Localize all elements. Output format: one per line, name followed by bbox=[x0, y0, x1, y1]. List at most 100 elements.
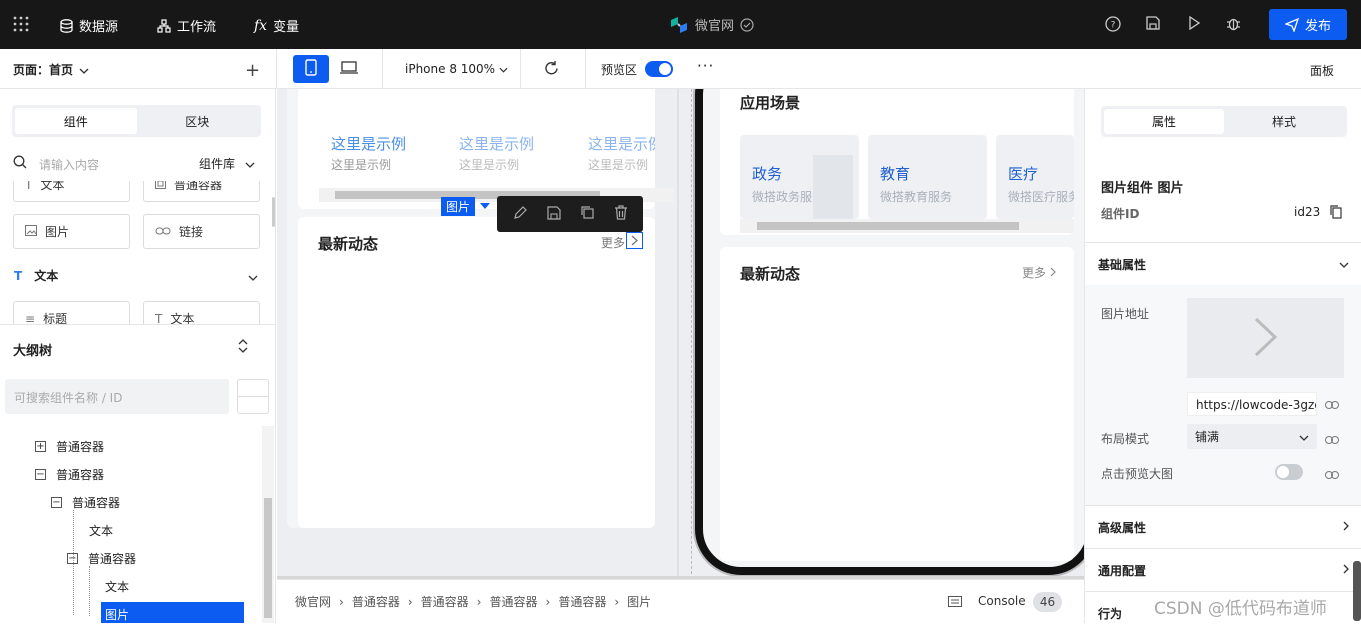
save-icon[interactable] bbox=[1146, 16, 1160, 30]
edit-pencil-icon[interactable] bbox=[513, 205, 528, 223]
collapse-minus-icon[interactable]: − bbox=[67, 553, 78, 564]
selected-image-chevron-icon[interactable] bbox=[626, 232, 643, 249]
layout-mode-select[interactable]: 铺满 bbox=[1187, 424, 1317, 449]
tag-caret-icon[interactable] bbox=[480, 203, 490, 209]
section-advanced[interactable]: 高级属性 bbox=[1085, 505, 1361, 548]
add-page-icon[interactable]: + bbox=[245, 60, 260, 81]
tab-blocks[interactable]: 区块 bbox=[137, 108, 259, 134]
help-icon[interactable]: ? bbox=[1105, 16, 1121, 32]
tree-guide-line bbox=[89, 566, 90, 616]
tree-node[interactable]: − 普通容器 bbox=[51, 494, 120, 511]
tree-node-selected[interactable]: 图片 bbox=[101, 602, 244, 623]
component-link[interactable]: 链接 bbox=[143, 214, 260, 249]
tree-node[interactable]: 文本 bbox=[105, 578, 129, 595]
scrollbar-thumb[interactable] bbox=[264, 498, 272, 618]
panel-button[interactable]: 面板 bbox=[1310, 62, 1334, 79]
section-general[interactable]: 通用配置 bbox=[1085, 548, 1361, 591]
chevron-right-icon: › bbox=[614, 594, 620, 609]
outline-stepper[interactable] bbox=[237, 379, 269, 414]
image-thumbnail[interactable] bbox=[1187, 298, 1344, 378]
breadcrumb-item[interactable]: 普通容器 bbox=[352, 593, 400, 610]
tab-components[interactable]: 组件 bbox=[15, 108, 137, 134]
expand-plus-icon[interactable]: + bbox=[35, 441, 46, 452]
outline-search-input[interactable]: 可搜索组件名称 / ID bbox=[5, 379, 229, 414]
play-icon[interactable] bbox=[1188, 16, 1200, 30]
image-url-input[interactable]: https://lowcode-3gzg bbox=[1187, 392, 1317, 416]
delete-trash-icon[interactable] bbox=[614, 205, 628, 223]
preview-big-toggle[interactable] bbox=[1275, 464, 1303, 480]
collapse-expand-icon[interactable] bbox=[238, 339, 248, 356]
more-link[interactable]: 更多 bbox=[601, 234, 625, 251]
example-item: 这里是示例 这里是示例 bbox=[588, 133, 655, 173]
phone-icon bbox=[305, 59, 317, 79]
chevron-right-icon: › bbox=[407, 594, 413, 609]
h-scrollbar[interactable] bbox=[740, 219, 1074, 233]
device-selector[interactable]: iPhone 8 100% bbox=[405, 62, 508, 76]
collapse-minus-icon[interactable]: − bbox=[51, 497, 62, 508]
refresh-icon[interactable] bbox=[543, 60, 560, 80]
component-container[interactable]: 普通容器 bbox=[143, 181, 260, 202]
variable-button[interactable]: fx 变量 bbox=[254, 16, 299, 36]
copy-icon[interactable] bbox=[1330, 205, 1342, 222]
image-url-label: 图片地址 bbox=[1101, 307, 1150, 321]
console-button[interactable]: Console bbox=[978, 594, 1026, 608]
component-image[interactable]: 图片 bbox=[13, 214, 130, 249]
text-group-icon: T bbox=[14, 268, 23, 283]
step-up[interactable] bbox=[238, 380, 268, 397]
scene-item-gov[interactable]: 政务 微搭政务服务 bbox=[740, 135, 859, 219]
divider bbox=[585, 49, 586, 89]
page-selector[interactable]: 页面：首页 bbox=[13, 61, 89, 78]
scene-item-med[interactable]: 医疗 微搭医疗服务 bbox=[996, 135, 1074, 219]
scrollbar[interactable] bbox=[272, 197, 275, 227]
datasource-button[interactable]: 数据源 bbox=[60, 16, 118, 35]
scrollbar-thumb[interactable] bbox=[757, 222, 1019, 230]
bind-link-icon[interactable] bbox=[1325, 468, 1339, 482]
library-label: 组件库 bbox=[199, 157, 236, 171]
breadcrumb-item[interactable]: 微官网 bbox=[295, 593, 331, 610]
search-icon bbox=[13, 155, 27, 172]
component-label: 标题 bbox=[43, 312, 68, 324]
tab-properties[interactable]: 属性 bbox=[1104, 109, 1224, 134]
breadcrumb-item[interactable]: 普通容器 bbox=[558, 593, 606, 610]
tree-node[interactable]: − 普通容器 bbox=[67, 550, 136, 567]
more-link[interactable]: 更多 bbox=[1022, 264, 1056, 281]
collapse-minus-icon[interactable]: − bbox=[35, 469, 46, 480]
component-text[interactable]: T 文本 bbox=[13, 181, 130, 202]
selected-component-tag[interactable]: 图片 bbox=[441, 197, 475, 216]
tree-node[interactable]: + 普通容器 bbox=[35, 438, 104, 455]
outline-scrollbar[interactable] bbox=[262, 426, 274, 623]
breadcrumb-item[interactable]: 普通容器 bbox=[489, 593, 537, 610]
mobile-view-button[interactable] bbox=[293, 55, 329, 83]
component-search-input[interactable]: 请输入内容 bbox=[39, 156, 99, 173]
database-icon bbox=[60, 18, 73, 33]
tab-styles[interactable]: 样式 bbox=[1224, 109, 1344, 134]
bind-link-icon[interactable] bbox=[1325, 398, 1339, 412]
workflow-button[interactable]: 工作流 bbox=[157, 16, 216, 35]
desktop-view-button[interactable] bbox=[340, 61, 358, 78]
component-library-selector[interactable]: 组件库 bbox=[199, 155, 255, 172]
divider bbox=[677, 89, 679, 579]
chevron-down-icon[interactable] bbox=[248, 270, 258, 284]
scene-item-edu[interactable]: 教育 微搭教育服务 bbox=[868, 135, 987, 219]
save-icon[interactable] bbox=[546, 205, 561, 223]
tree-node[interactable]: − 普通容器 bbox=[35, 466, 104, 483]
right-scrollbar[interactable] bbox=[1353, 561, 1361, 621]
section-basic[interactable]: 基础属性 bbox=[1085, 242, 1361, 285]
preview-label: 预览区 bbox=[601, 63, 638, 77]
breadcrumb: 微官网 › 普通容器 › 普通容器 › 普通容器 › 普通容器 › 图片 Console … bbox=[277, 579, 1084, 623]
tree-node[interactable]: 文本 bbox=[89, 522, 113, 539]
preview-toggle[interactable] bbox=[645, 61, 673, 77]
publish-button[interactable]: 发布 bbox=[1269, 9, 1347, 40]
breadcrumb-item[interactable]: 普通容器 bbox=[421, 593, 469, 610]
bind-link-icon[interactable] bbox=[1325, 433, 1339, 447]
component-text2[interactable]: T 文本 bbox=[143, 301, 260, 324]
scene-item-title: 教育 bbox=[880, 165, 911, 183]
text-group-header[interactable]: T 文本 bbox=[14, 267, 58, 284]
component-heading[interactable]: ≡ 标题 bbox=[13, 301, 130, 324]
news-card: 最新动态 更多 bbox=[298, 217, 655, 528]
breadcrumb-item[interactable]: 图片 bbox=[627, 593, 651, 610]
more-dots-icon[interactable]: ··· bbox=[697, 57, 714, 75]
apps-grid-icon[interactable] bbox=[12, 15, 30, 33]
debug-bug-icon[interactable] bbox=[1226, 16, 1241, 31]
copy-icon[interactable] bbox=[580, 205, 595, 223]
